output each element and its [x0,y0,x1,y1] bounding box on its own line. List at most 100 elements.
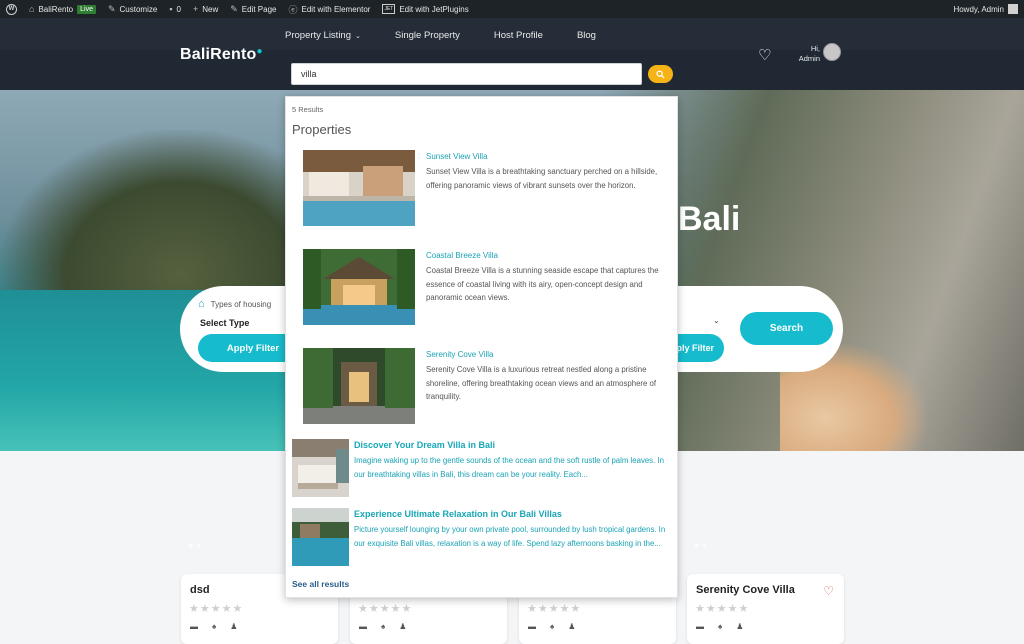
live-badge: Live [77,4,96,14]
plus-icon: + [192,4,199,14]
site-name-item[interactable]: ⌂ BaliRento Live [29,4,96,14]
hero-title: Bali [678,200,741,238]
card-title: Serenity Cove Villa [696,584,795,596]
jetplugins-label: Edit with JetPlugins [399,4,469,14]
bed-icon: ▬ [359,622,367,631]
select-type-dropdown[interactable]: Select Type [200,318,249,328]
rating-stars: ★★★★★ [695,603,750,615]
price-tag: ● ● [694,540,708,550]
post-title[interactable]: Discover Your Dream Villa in Bali [354,440,495,450]
result-property[interactable]: Coastal Breeze Villa Coastal Breeze Vill… [303,249,673,327]
property-thumbnail [303,150,415,226]
results-heading: Properties [292,122,352,137]
howdy-label: Howdy, Admin [953,4,1004,14]
wordpress-icon: W [6,3,17,15]
nav-host-profile[interactable]: Host Profile [494,30,543,41]
heart-icon[interactable]: ♡ [758,46,771,64]
nav-label: Blog [576,30,596,41]
user-hi: Hi, [810,44,820,53]
comment-icon: ▪ [169,4,173,14]
customize-item[interactable]: ✎ Customize [108,4,157,15]
post-title[interactable]: Experience Ultimate Relaxation in Our Ba… [354,509,562,519]
card-features: ▬ ♠ ♟ [359,622,406,631]
jet-icon: JET [382,4,396,14]
result-property[interactable]: Serenity Cove Villa Serenity Cove Villa … [303,348,673,426]
result-post[interactable]: Discover Your Dream Villa in Bali Imagin… [292,439,676,499]
edit-page-item[interactable]: ✎ Edit Page [230,4,276,15]
chevron-down-icon: ⌄ [355,32,361,40]
nav-property-listing[interactable]: Property Listing ⌄ [285,30,361,41]
bed-icon: ▬ [528,622,536,631]
bed-icon: ▬ [190,622,198,631]
elementor-icon: ⓔ [288,4,298,15]
jetplugins-item[interactable]: JET Edit with JetPlugins [382,4,469,14]
search-value: villa [301,69,317,79]
result-description: Sunset View Villa is a breathtaking sanc… [426,167,658,190]
shower-icon: ♠ [212,622,217,631]
result-title[interactable]: Coastal Breeze Villa [426,251,498,260]
edit-page-label: Edit Page [241,4,277,14]
see-all-results-link[interactable]: See all results [292,579,349,589]
card-features: ▬ ♠ ♟ [190,622,237,631]
card-features: ▬ ♠ ♟ [696,622,743,631]
new-item[interactable]: + New [193,4,218,14]
result-title[interactable]: Sunset View Villa [426,152,488,161]
results-count: 5 Results [292,105,324,114]
shower-icon: ♠ [718,622,723,631]
logo-text: BaliRento [180,46,257,63]
site-logo[interactable]: BaliRento● [180,46,263,64]
main-nav: Property Listing ⌄ Single Property Host P… [285,30,596,41]
guest-icon: ♟ [399,622,407,631]
elementor-item[interactable]: ⓔ Edit with Elementor [289,3,371,16]
card-features: ▬ ♠ ♟ [528,622,575,631]
site-header: BaliRento● Property Listing ⌄ Single Prop… [0,18,1024,90]
logo-dot-icon: ● [256,46,263,57]
post-thumbnail [292,508,349,566]
chevron-down-icon[interactable]: ⌄ [713,316,720,325]
property-thumbnail [303,249,415,325]
user-name: Admin [798,54,820,63]
customize-label: Customize [119,4,158,14]
comments-item[interactable]: ▪ 0 [169,4,181,14]
result-description: Serenity Cove Villa is a luxurious retre… [426,365,657,401]
heart-icon[interactable]: ♡ [823,584,834,598]
nav-label: Single Property [394,30,460,41]
admin-avatar-small [1008,4,1018,14]
howdy-item[interactable]: Howdy, Admin [953,4,1018,14]
result-post[interactable]: Experience Ultimate Relaxation in Our Ba… [292,508,676,568]
search-input[interactable]: villa [291,63,642,85]
post-excerpt: Picture yourself lounging by your own pr… [354,525,666,548]
guest-icon: ♟ [230,622,238,631]
brush-icon: ✎ [107,3,116,14]
elementor-label: Edit with Elementor [301,4,371,14]
rating-stars: ★★★★★ [189,603,244,615]
user-greeting[interactable]: Hi, Admin [796,44,820,64]
search-properties-button[interactable]: Search [740,312,833,345]
card-title: dsd [190,584,210,596]
rating-stars: ★★★★★ [527,603,582,615]
wp-logo-item[interactable]: W [6,3,17,15]
admin-bar: W ⌂ BaliRento Live ✎ Customize ▪ 0 + New… [0,0,1024,18]
post-excerpt: Imagine waking up to the gentle sounds o… [354,456,664,479]
result-title[interactable]: Serenity Cove Villa [426,350,493,359]
property-card[interactable]: Serenity Cove Villa ♡ ★★★★★ ▬ ♠ ♟ [687,574,844,644]
types-label: Types of housing [210,299,272,309]
guest-icon: ♟ [568,622,576,631]
shower-icon: ♠ [550,622,555,631]
bed-icon: ▬ [696,622,704,631]
pencil-icon: ✎ [230,3,238,14]
search-icon [656,69,665,79]
guest-icon: ♟ [736,622,744,631]
user-avatar[interactable] [823,43,841,61]
nav-single-property[interactable]: Single Property [395,30,460,41]
house-icon: ⌂ [198,298,205,310]
site-name: BaliRento [38,4,74,14]
result-property[interactable]: Sunset View Villa Sunset View Villa is a… [303,150,673,228]
search-button[interactable] [648,65,673,83]
nav-label: Host Profile [493,30,543,41]
types-of-housing: ⌂ Types of housing [198,298,271,310]
search-results-dropdown: 5 Results Properties Sunset View Villa S… [285,96,678,598]
nav-blog[interactable]: Blog [577,30,596,41]
comments-count: 0 [176,4,181,14]
price-tag: ● ● [188,540,202,550]
